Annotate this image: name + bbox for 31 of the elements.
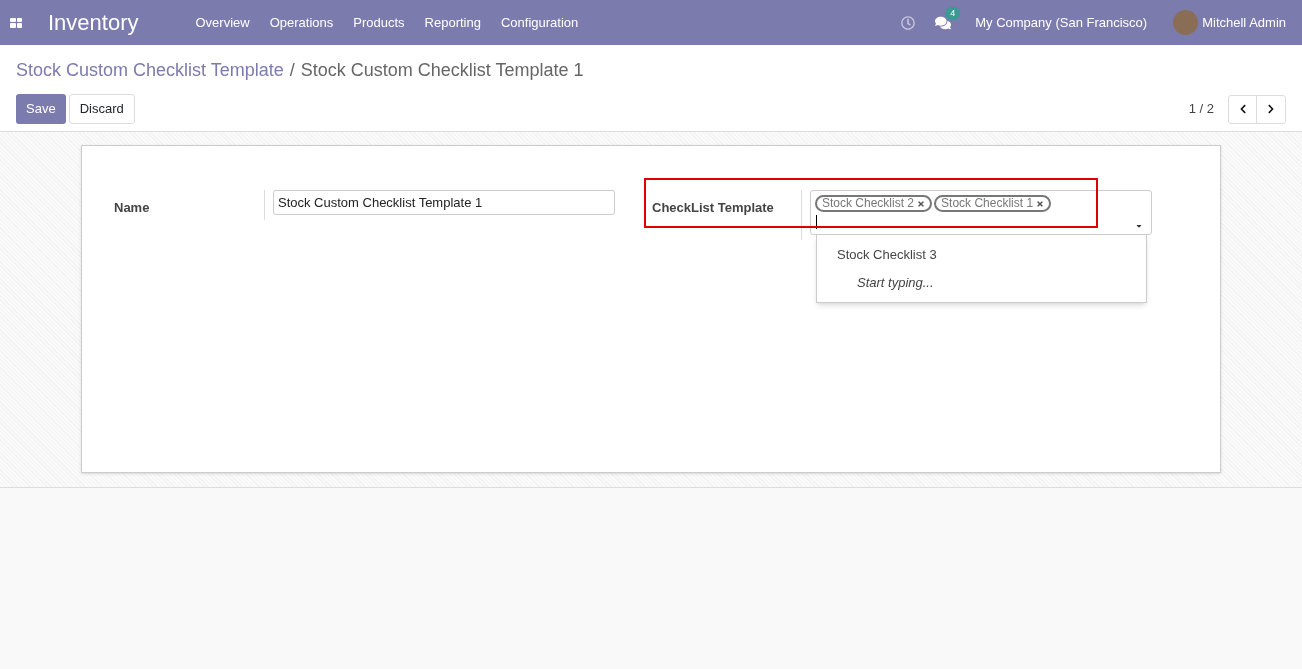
app-title[interactable]: Inventory (48, 6, 139, 39)
nav-menu-item[interactable]: Reporting (414, 12, 491, 33)
breadcrumb-current: Stock Custom Checklist Template 1 (300, 59, 584, 82)
nav-menu-item[interactable]: Operations (259, 12, 344, 33)
dropdown-hint[interactable]: Start typing... (817, 268, 1146, 296)
field-label: Name (114, 199, 151, 217)
remove-tag-icon[interactable] (1036, 199, 1045, 208)
nav-menu-item[interactable]: Overview (185, 12, 260, 33)
field-label: CheckList Template (651, 199, 775, 217)
nav-menu-item[interactable]: Configuration (490, 12, 589, 33)
caret-icon[interactable] (1135, 222, 1143, 230)
user-menu[interactable]: Mitchell Admin (1202, 12, 1286, 33)
activity-clock-icon[interactable] (901, 15, 916, 30)
dropdown-option[interactable]: Stock Checklist 3 (817, 241, 1146, 269)
breadcrumb-link[interactable]: Stock Custom Checklist Template (16, 57, 284, 84)
name-input-field[interactable]: Stock Custom Checklist Template 1 (273, 190, 615, 215)
checklist-tags-field[interactable]: Stock Checklist 2 Stock Checklist 1 (810, 190, 1152, 235)
messages-icon[interactable] (935, 14, 952, 31)
tag-chip: Stock Checklist 1 (934, 195, 1052, 212)
save-button[interactable]: Save (16, 94, 66, 124)
apps-menu-icon[interactable] (10, 17, 22, 28)
chevron-right-icon (1266, 104, 1276, 114)
remove-tag-icon[interactable] (917, 199, 926, 208)
discard-button[interactable]: Discard (68, 94, 135, 124)
message-count-badge: 4 (945, 6, 961, 20)
pager-counter: 1 / 2 (1188, 100, 1214, 119)
tag-chip: Stock Checklist 2 (815, 195, 933, 212)
text-cursor (816, 215, 817, 229)
nav-menu-item[interactable]: Products (343, 12, 415, 33)
company-switcher[interactable]: My Company (San Francisco) (975, 12, 1148, 33)
breadcrumb-separator: / (289, 59, 295, 82)
